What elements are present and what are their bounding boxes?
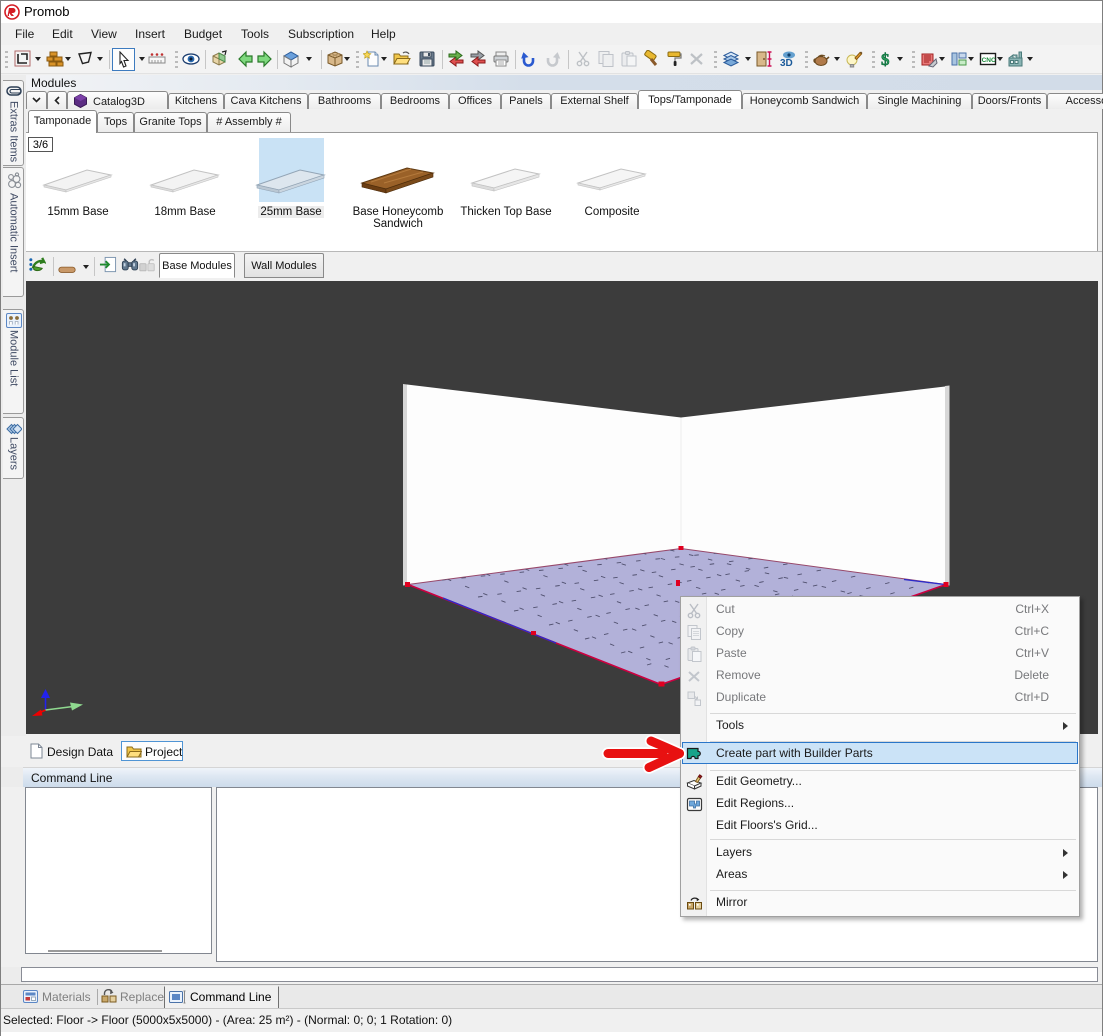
svg-text:$: $ xyxy=(881,50,890,68)
svg-text:CNC: CNC xyxy=(982,57,996,64)
svg-text:3D: 3D xyxy=(780,58,793,68)
